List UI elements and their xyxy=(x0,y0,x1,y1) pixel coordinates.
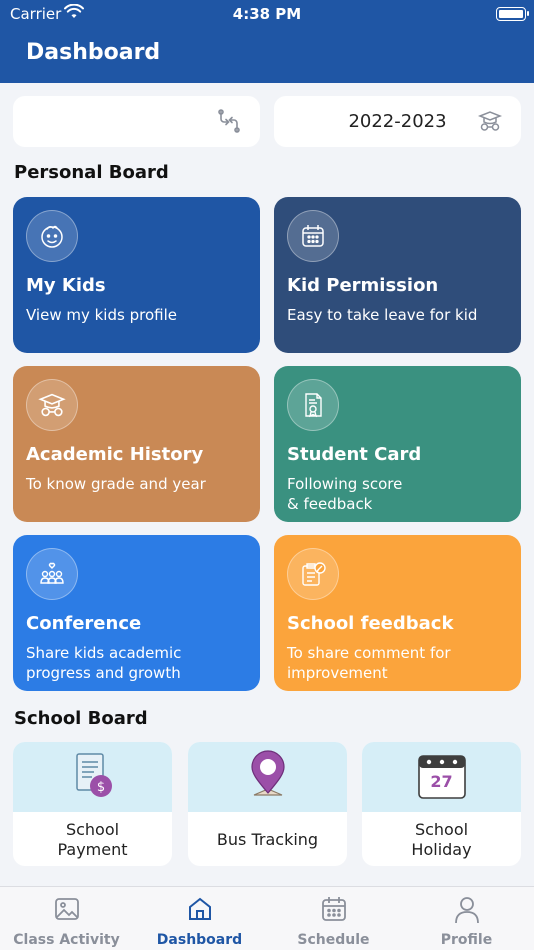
card-subtitle: View my kids profile xyxy=(26,306,177,324)
tab-class-activity[interactable]: Class Activity xyxy=(0,887,133,950)
payment-receipt-icon: $ xyxy=(69,750,117,804)
card-subtitle: To know grade and year xyxy=(26,475,206,493)
card-subtitle: Share kids academic progress and growth xyxy=(26,644,182,682)
kid-selector[interactable] xyxy=(13,96,260,147)
bus-tracking-card-banner xyxy=(188,742,347,812)
graduation-glasses-icon xyxy=(477,108,503,134)
bottom-tab-bar: Class Activity Dashboard Schedule Profil… xyxy=(0,886,534,950)
card-subtitle: Easy to take leave for kid xyxy=(287,306,478,324)
svg-text:$: $ xyxy=(96,780,104,795)
card-subtitle: Following score & feedback xyxy=(287,475,403,513)
person-icon xyxy=(400,895,533,925)
school-feedback-card[interactable]: School feedback To share comment for imp… xyxy=(274,535,521,691)
calendar-icon xyxy=(267,895,400,923)
school-payment-label: School Payment xyxy=(57,820,128,859)
card-title: My Kids xyxy=(26,275,106,296)
bus-tracking-label: Bus Tracking xyxy=(216,830,319,849)
personal-board-heading: Personal Board xyxy=(14,162,169,183)
group-heart-icon xyxy=(26,548,78,600)
tab-label: Class Activity xyxy=(13,932,120,948)
tab-profile[interactable]: Profile xyxy=(400,887,533,950)
calendar-icon xyxy=(287,210,339,262)
school-holiday-label: School Holiday xyxy=(411,820,472,859)
bus-tracking-card[interactable]: Bus Tracking xyxy=(188,742,347,866)
clock-time: 4:38 PM xyxy=(232,5,302,23)
swap-icon xyxy=(216,108,242,134)
graduation-glasses-icon xyxy=(26,379,78,431)
image-icon xyxy=(0,895,133,923)
location-pin-icon xyxy=(248,749,288,805)
kid-permission-card[interactable]: Kid Permission Easy to take leave for ki… xyxy=(274,197,521,353)
status-bar: Carrier 4:38 PM xyxy=(0,0,534,30)
my-kids-card[interactable]: My Kids View my kids profile xyxy=(13,197,260,353)
tab-label: Schedule xyxy=(297,932,370,948)
home-icon xyxy=(133,895,266,923)
tab-dashboard[interactable]: Dashboard xyxy=(133,887,266,950)
tab-label: Dashboard xyxy=(156,932,243,948)
page-title: Dashboard xyxy=(26,40,161,65)
student-card-card[interactable]: Student Card Following score & feedback xyxy=(274,366,521,522)
tab-label: Profile xyxy=(440,932,493,948)
school-holiday-card-banner: 27 xyxy=(362,742,521,812)
academic-year-selector[interactable]: 2022-2023 xyxy=(274,96,521,147)
school-payment-card-banner: $ xyxy=(13,742,172,812)
calendar-day-number: 27 xyxy=(430,772,453,791)
battery-icon xyxy=(496,7,529,21)
school-board-heading: School Board xyxy=(14,708,148,729)
calendar-27-icon: 27 xyxy=(416,752,468,802)
card-title: Kid Permission xyxy=(287,275,439,296)
certificate-icon xyxy=(287,379,339,431)
card-title: Student Card xyxy=(287,444,422,465)
card-title: Academic History xyxy=(26,444,204,465)
top-navigation-bar: Dashboard xyxy=(0,30,534,83)
school-payment-card[interactable]: $ School Payment xyxy=(13,742,172,866)
academic-history-card[interactable]: Academic History To know grade and year xyxy=(13,366,260,522)
conference-card[interactable]: Conference Share kids academic progress … xyxy=(13,535,260,691)
school-holiday-card[interactable]: 27 School Holiday xyxy=(362,742,521,866)
card-title: Conference xyxy=(26,613,142,634)
feedback-edit-icon xyxy=(287,548,339,600)
card-subtitle: To share comment for improvement xyxy=(287,644,451,682)
card-title: School feedback xyxy=(287,613,454,634)
tab-schedule[interactable]: Schedule xyxy=(267,887,400,950)
kid-face-icon xyxy=(26,210,78,262)
